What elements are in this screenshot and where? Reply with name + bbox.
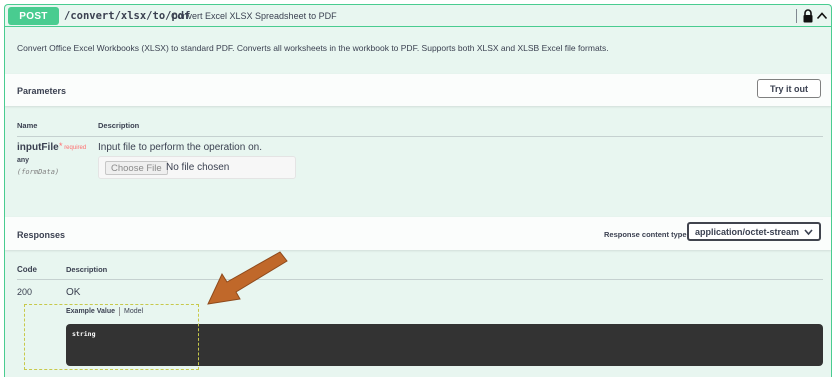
- chevron-down-icon: [804, 229, 813, 236]
- response-content-type-select[interactable]: application/octet-stream: [687, 222, 821, 241]
- summary-divider: [796, 9, 797, 23]
- param-col-description: Description: [98, 121, 140, 130]
- parameters-header: Parameters Try it out: [5, 74, 831, 106]
- highlight-dashed-box: [24, 304, 199, 370]
- required-star: *: [59, 141, 63, 151]
- method-badge: POST: [8, 7, 59, 25]
- operation-description: Convert Office Excel Workbooks (XLSX) to…: [17, 43, 609, 53]
- response-code: 200: [17, 287, 33, 297]
- param-description: Input file to perform the operation on.: [98, 142, 262, 153]
- lock-icon[interactable]: [802, 9, 814, 23]
- try-it-out-button[interactable]: Try it out: [757, 79, 821, 98]
- response-col-code: Code: [17, 265, 37, 274]
- operation-summary-text: Convert Excel XLSX Spreadsheet to PDF: [171, 11, 337, 21]
- response-content-type-value: application/octet-stream: [695, 226, 800, 237]
- operation-summary[interactable]: POST /convert/xlsx/to/pdf Convert Excel …: [5, 5, 831, 27]
- responses-title: Responses: [17, 230, 66, 240]
- response-content-type-label: Response content type: [604, 230, 687, 239]
- param-divider: [17, 136, 823, 137]
- file-input: Choose File No file chosen: [98, 156, 296, 179]
- response-divider: [17, 279, 823, 280]
- param-col-name: Name: [17, 121, 38, 130]
- parameters-title: Parameters: [17, 86, 67, 96]
- required-label: required: [64, 145, 87, 151]
- param-required: * required: [59, 141, 86, 151]
- response-col-description: Description: [66, 265, 108, 274]
- chevron-up-icon[interactable]: [816, 10, 828, 22]
- file-status-text: No file chosen: [166, 162, 230, 173]
- param-type: any: [17, 157, 30, 164]
- response-description: OK: [66, 287, 81, 298]
- choose-file-button[interactable]: Choose File: [105, 161, 168, 175]
- param-location: (formData): [17, 168, 60, 176]
- arrow-icon: [207, 251, 288, 305]
- param-name: inputFile: [17, 142, 59, 153]
- responses-header: Responses Response content type applicat…: [5, 217, 831, 250]
